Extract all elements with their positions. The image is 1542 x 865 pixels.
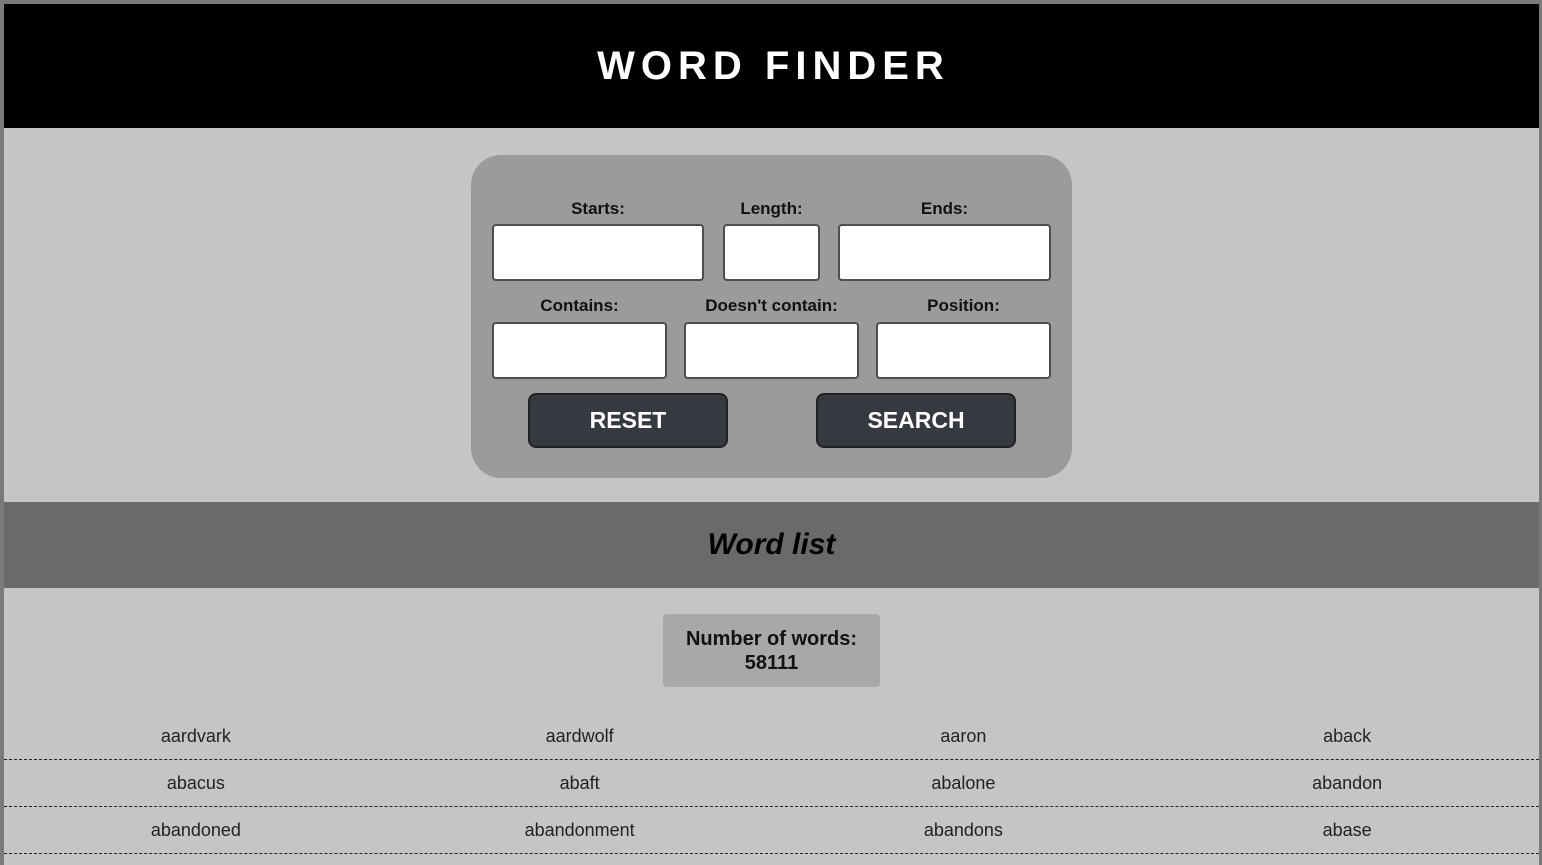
- app-frame: WORD FINDER Starts: Length: Ends: Contai…: [4, 4, 1539, 865]
- word-item: abandon: [1312, 772, 1383, 793]
- word-item: abandons: [923, 819, 1003, 840]
- word-row: abandoned abandonment abandons abase: [4, 807, 1539, 854]
- word-row: aardvark aardwolf aaron aback: [4, 713, 1539, 760]
- starts-input[interactable]: [492, 224, 704, 281]
- reset-button[interactable]: RESET: [528, 393, 728, 448]
- word-row: abacus abaft abalone abandon: [4, 760, 1539, 807]
- word-list-header: Word list: [4, 502, 1539, 588]
- word-item: abaft: [559, 772, 600, 793]
- word-item: abandonment: [524, 819, 635, 840]
- doesnt-contain-input[interactable]: [684, 322, 859, 379]
- word-item: abalone: [931, 772, 996, 793]
- position-label: Position:: [927, 296, 1000, 315]
- app-title: WORD FINDER: [597, 43, 950, 88]
- word-item: aback: [1323, 725, 1372, 746]
- position-input[interactable]: [876, 322, 1051, 379]
- word-count-box: Number of words: 58111: [663, 614, 880, 687]
- word-item: aaron: [940, 725, 987, 746]
- word-list-title: Word list: [707, 528, 836, 561]
- ends-label: Ends:: [920, 199, 969, 218]
- contains-label: Contains:: [540, 296, 619, 315]
- app-header: WORD FINDER: [4, 4, 1539, 128]
- doesnt-contain-label: Doesn't contain:: [705, 296, 838, 315]
- word-count-value: 58111: [744, 651, 799, 674]
- search-button[interactable]: SEARCH: [816, 393, 1016, 448]
- word-item: abandoned: [150, 819, 241, 840]
- word-item: aardvark: [160, 725, 231, 746]
- contains-input[interactable]: [492, 322, 667, 379]
- word-item: abase: [1322, 819, 1372, 840]
- word-item: aardwolf: [545, 725, 614, 746]
- word-count-label: Number of words:: [685, 627, 858, 650]
- word-item: abacus: [166, 772, 225, 793]
- length-input[interactable]: [723, 224, 820, 281]
- ends-input[interactable]: [838, 224, 1051, 281]
- starts-label: Starts:: [571, 199, 625, 218]
- length-label: Length:: [740, 199, 803, 218]
- word-grid: aardvark aardwolf aaron aback abacus aba…: [4, 713, 1539, 854]
- search-panel: Starts: Length: Ends: Contains: Doesn't …: [471, 155, 1072, 478]
